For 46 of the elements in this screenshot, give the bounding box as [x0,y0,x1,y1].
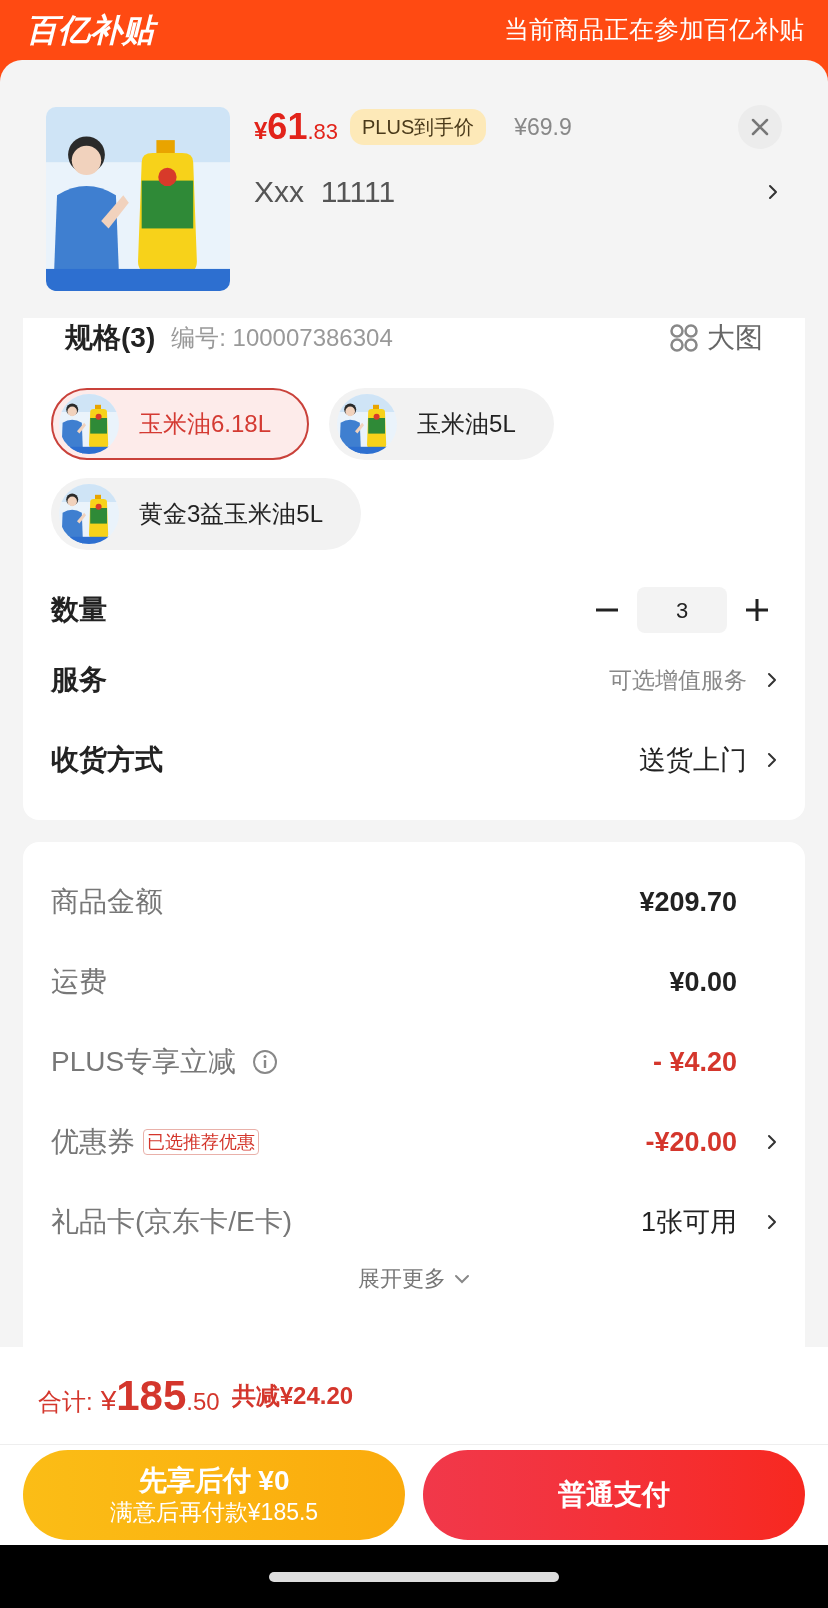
summary-value: - ¥4.20 [652,1045,737,1079]
summary-label: 商品金额 [51,885,163,919]
promo-notice: 当前商品正在参加百亿补贴 [504,14,804,46]
pay-button[interactable]: 普通支付 [423,1450,805,1540]
coupon-tag: 已选推荐优惠 [143,1129,259,1155]
original-price: ¥69.9 [514,112,572,142]
summary-value: ¥209.70 [639,885,737,919]
spec-option[interactable]: 玉米油6.18L [51,388,310,460]
product-name: Xxx 11111 [254,174,396,210]
large-image-toggle[interactable]: 大图 [669,317,763,359]
brand-logo: 百亿补贴 [24,8,162,52]
option-row[interactable]: 服务 可选增值服务 [51,640,777,720]
row-label: 收货方式 [51,743,163,777]
minus-icon [596,608,618,612]
price: ¥61.83 [254,105,338,149]
summary-label: PLUS专享立减 [51,1045,237,1079]
expand-more-button[interactable]: 展开更多 [358,1262,470,1295]
summary-value: -¥20.00 [645,1125,737,1159]
spec-option[interactable]: 玉米油5L [329,388,554,460]
total-savings: 共减¥24.20 [231,1380,354,1411]
summary-label: 优惠券 [51,1125,135,1159]
row-value: 送货上门 [639,743,747,777]
order-total: 合计: ¥185.50 [38,1371,220,1421]
summary-label: 礼品卡(京东卡/E卡) [51,1205,293,1239]
summary-value: 1张可用 [640,1205,737,1239]
plus-price-badge: PLUS到手价 [350,109,487,145]
chevron-right-icon [768,183,778,200]
row-label: 服务 [51,663,107,697]
spec-option[interactable]: 黄金3益玉米油5L [51,478,362,550]
option-row[interactable]: 收货方式 送货上门 [51,720,777,800]
row-value: 可选增值服务 [609,665,747,695]
spec-title: 规格(3) [65,321,156,355]
chevron-down-icon [454,1273,470,1284]
summary-value: ¥0.00 [669,965,737,999]
quantity-field[interactable]: 3 [637,587,727,633]
home-indicator[interactable] [269,1571,559,1582]
quantity-label: 数量 [51,593,107,627]
chevron-right-icon [767,672,777,688]
product-code: 编号: 100007386304 [171,323,393,353]
close-icon [751,118,769,136]
summary-label: 运费 [51,965,107,999]
chevron-right-icon [767,752,777,768]
info-icon[interactable] [252,1049,279,1075]
plus-icon [746,599,768,621]
close-button[interactable] [738,105,782,149]
grid-icon [669,323,699,353]
